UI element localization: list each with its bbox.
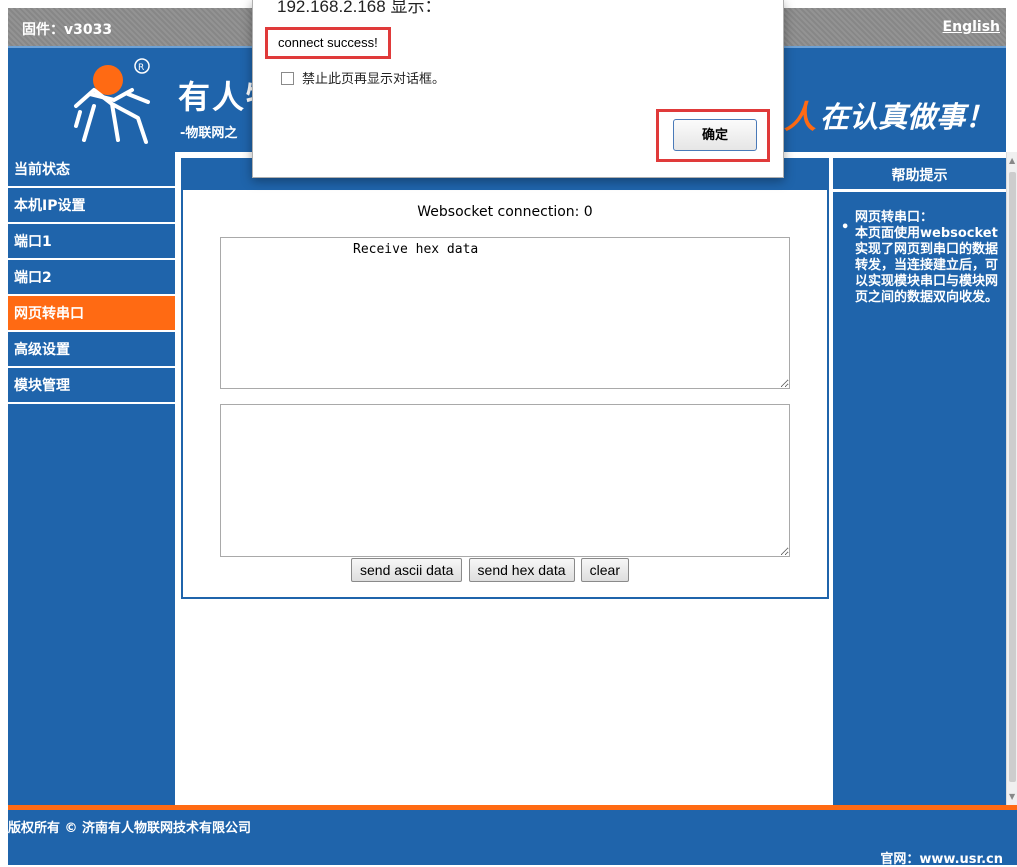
footer: 版权所有 © 济南有人物联网技术有限公司 官网：www.usr.cn: [8, 810, 1017, 867]
firmware-version: 固件：v3033: [22, 22, 113, 38]
websocket-status: Websocket connection: 0: [417, 204, 593, 220]
help-heading: 网页转串口：: [855, 210, 934, 225]
alert-dialog: 192.168.2.168 显示： connect success! 禁止此页再…: [252, 0, 784, 178]
dialog-message: connect success!: [278, 35, 378, 50]
help-text: 本页面使用websocket实现了网页到串口的数据转发，当连接建立后，可以实现模…: [855, 226, 999, 305]
checkbox-label: 禁止此页再显示对话框。: [302, 71, 446, 86]
help-body: • 网页转串口： 本页面使用websocket实现了网页到串口的数据转发，当连接…: [833, 192, 1006, 306]
dialog-checkbox-row[interactable]: 禁止此页再显示对话框。: [281, 68, 445, 87]
sidebar-item-status[interactable]: 当前状态: [8, 152, 175, 188]
ok-button[interactable]: 确定: [673, 119, 757, 151]
dialog-title: 192.168.2.168 显示：: [277, 0, 442, 16]
website-text: 官网：www.usr.cn: [880, 852, 1003, 867]
page-scrollbar[interactable]: ▲ ▼: [1006, 152, 1017, 805]
sidebar-item-advanced[interactable]: 高级设置: [8, 332, 175, 368]
window-frame-left: [0, 0, 8, 865]
sidebar-item-port1[interactable]: 端口1: [8, 224, 175, 260]
send-ascii-button[interactable]: send ascii data: [351, 558, 463, 582]
copyright-text: 版权所有 © 济南有人物联网技术有限公司: [8, 821, 252, 836]
main-panel: Websocket connection: 0 Receive hex data…: [181, 158, 829, 599]
sidebar-item-port2[interactable]: 端口2: [8, 260, 175, 296]
clear-button[interactable]: clear: [580, 558, 630, 582]
english-link[interactable]: English: [943, 19, 1000, 35]
svg-text:R: R: [138, 63, 144, 73]
sidebar-item-module-management[interactable]: 模块管理: [8, 368, 175, 404]
logo-runner-icon: R: [74, 58, 150, 144]
bullet-icon: •: [841, 220, 850, 235]
help-panel: 帮助提示 • 网页转串口： 本页面使用websocket实现了网页到串口的数据转…: [833, 158, 1006, 805]
slogan: 在认真做事！: [820, 100, 995, 134]
dialog-message-highlight: connect success!: [265, 27, 391, 59]
sidebar-nav: 当前状态 本机IP设置 端口1 端口2 网页转串口 高级设置 模块管理: [8, 152, 175, 805]
scroll-down-icon[interactable]: ▼: [1009, 792, 1015, 801]
sidebar-item-web-to-serial[interactable]: 网页转串口: [8, 296, 175, 332]
send-hex-button[interactable]: send hex data: [468, 558, 575, 582]
receive-textarea[interactable]: Receive hex data: [220, 237, 790, 389]
button-row: send ascii data send hex data clear: [351, 558, 631, 582]
help-title: 帮助提示: [833, 160, 1006, 192]
send-textarea[interactable]: [220, 404, 790, 557]
scroll-up-icon[interactable]: ▲: [1009, 156, 1015, 165]
sidebar-item-ip-settings[interactable]: 本机IP设置: [8, 188, 175, 224]
brand-subtitle: -物联网之: [180, 126, 238, 141]
scrollbar-thumb[interactable]: [1009, 172, 1016, 782]
slogan-accent: 人: [784, 98, 817, 136]
suppress-dialog-checkbox[interactable]: [281, 72, 294, 85]
